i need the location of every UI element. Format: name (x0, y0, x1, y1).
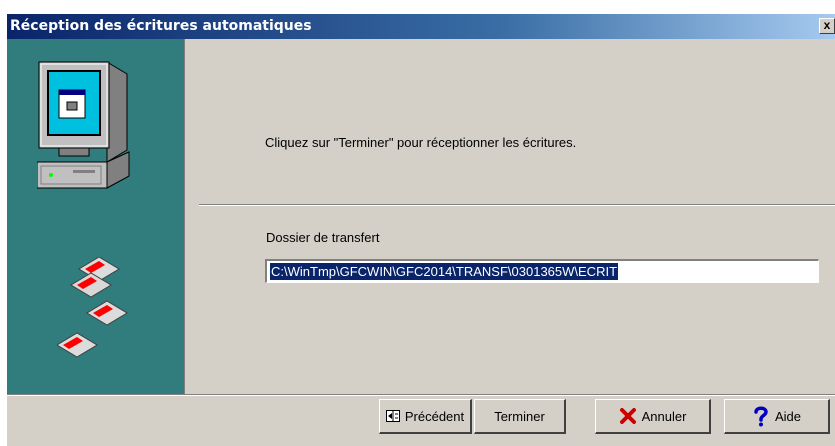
help-question-icon (754, 406, 768, 427)
wizard-content: Cliquez sur "Terminer" pour réceptionner… (187, 39, 835, 395)
cancel-button[interactable]: Annuler (595, 399, 711, 434)
help-button-label: Aide (774, 408, 802, 424)
help-button[interactable]: Aide (724, 399, 830, 434)
wizard-dialog: Réception des écritures automatiques x C… (7, 14, 835, 446)
finish-button[interactable]: Terminer (474, 399, 566, 434)
previous-button-label: Précédent (404, 408, 465, 424)
cancel-button-label: Annuler (641, 408, 687, 424)
transfer-folder-value: C:\WinTmp\GFCWIN\GFC2014\TRANSF\0301365W… (270, 263, 619, 280)
floppy-disks-icon (57, 257, 128, 358)
window-title: Réception des écritures automatiques (10, 18, 312, 34)
previous-arrow-icon (385, 410, 400, 422)
divider (199, 204, 835, 206)
computer-icon (37, 61, 130, 189)
transfer-folder-label: Dossier de transfert (266, 230, 380, 245)
finish-button-label: Terminer (494, 408, 545, 424)
wizard-side-panel (7, 39, 185, 395)
previous-button[interactable]: Précédent (379, 399, 472, 434)
title-bar[interactable]: Réception des écritures automatiques x (7, 14, 835, 39)
button-bar-divider (7, 394, 835, 396)
instruction-text: Cliquez sur "Terminer" pour réceptionner… (265, 135, 577, 150)
close-button[interactable]: x (819, 18, 835, 34)
cancel-x-icon (619, 408, 636, 424)
transfer-folder-input[interactable]: C:\WinTmp\GFCWIN\GFC2014\TRANSF\0301365W… (265, 259, 819, 283)
